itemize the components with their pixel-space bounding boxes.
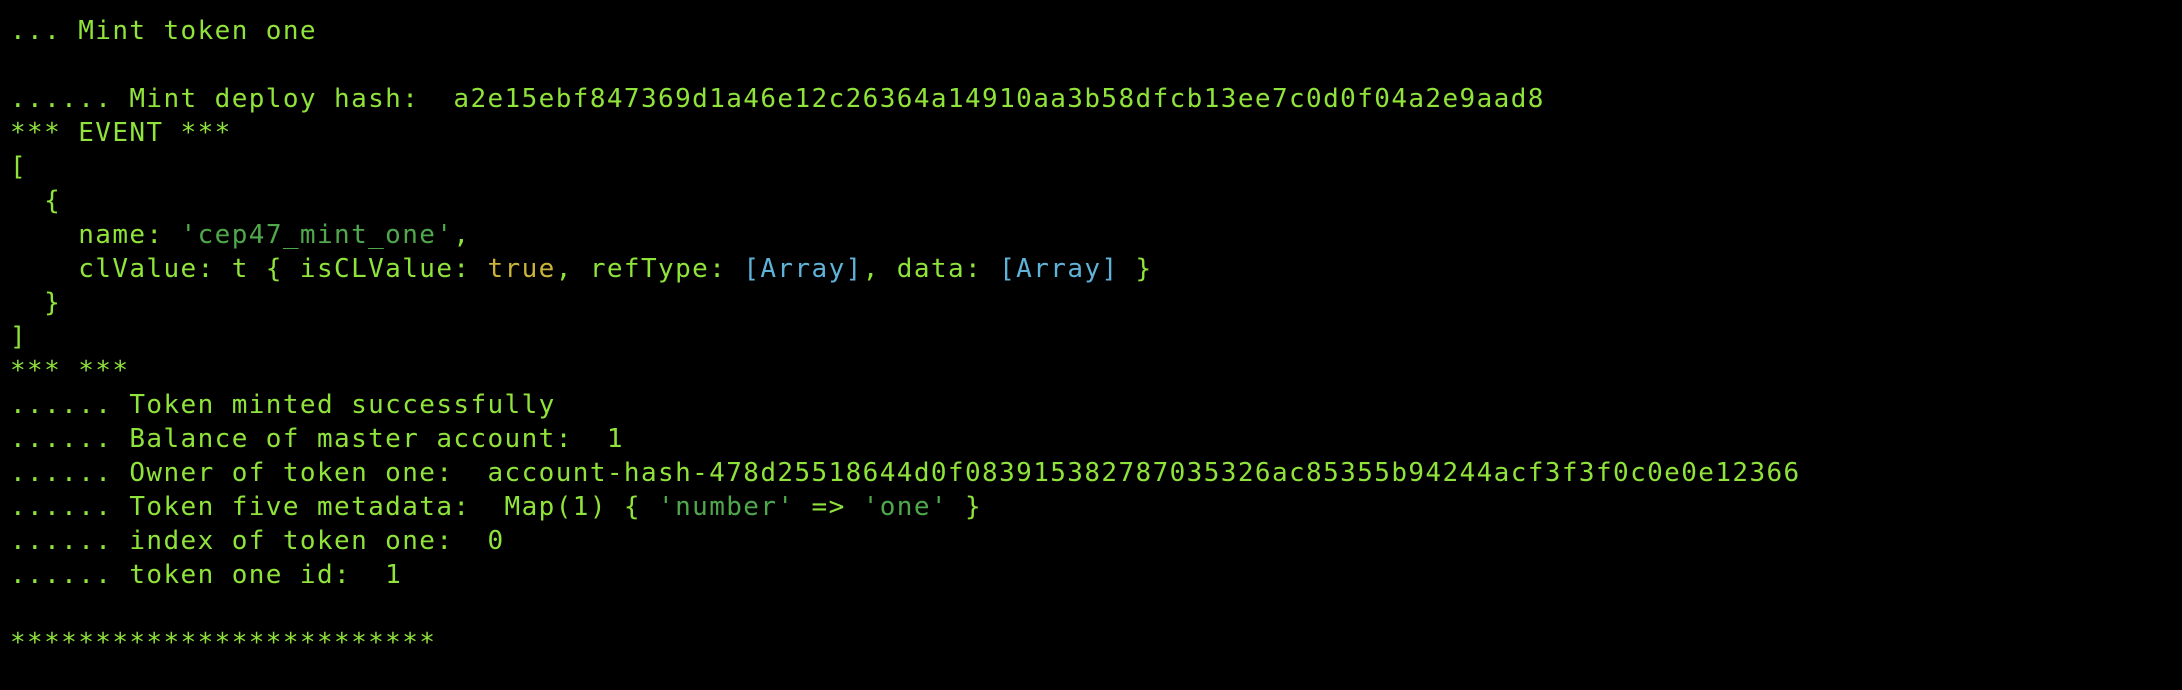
metadata-close: } (947, 492, 983, 522)
terminal-window[interactable]: ... Mint token one ...... Mint deploy ha… (0, 0, 2182, 690)
event-name-comma: , (453, 220, 471, 250)
deploy-hash-label: ...... Mint deploy hash: (10, 84, 454, 114)
event-header: *** EVENT *** (10, 118, 232, 148)
clvalue-close: } (1118, 254, 1153, 284)
event-clvalue-line: clValue: t { isCLValue: true, refType: [… (10, 252, 2182, 286)
metadata-value: 'one' (862, 492, 948, 522)
log-balance: ...... Balance of master account: 1 (10, 424, 624, 454)
log-mint-token-one: ... Mint token one (10, 16, 317, 46)
metadata-key: 'number' (658, 492, 795, 522)
reftype-key: , refType: (555, 254, 744, 284)
log-index: ...... index of token one: 0 (10, 526, 505, 556)
reftype-array: [Array] (743, 254, 863, 284)
log-mint-deploy-hash: ...... Mint deploy hash: a2e15ebf847369d… (10, 82, 2182, 116)
data-key: , data: (862, 254, 1000, 284)
event-name-value: 'cep47_mint_one' (180, 220, 454, 250)
event-name-key: name: (10, 220, 181, 250)
event-footer: *** *** (10, 356, 130, 386)
event-array-close: ] (10, 322, 28, 352)
log-token-minted: ...... Token minted successfully (10, 390, 556, 420)
deploy-hash-value: a2e15ebf847369d1a46e12c26364a14910aa3b58… (453, 84, 1545, 114)
log-owner: ...... Owner of token one: account-hash-… (10, 458, 1801, 488)
separator-line: ************************* (10, 628, 437, 658)
event-object-open: { (10, 186, 62, 216)
event-name-line: name: 'cep47_mint_one', (10, 218, 2182, 252)
event-array-open: [ (10, 152, 28, 182)
log-token-id: ...... token one id: 1 (10, 560, 403, 590)
event-object-close: } (10, 288, 62, 318)
clvalue-prefix: clValue: t { isCLValue: (10, 254, 488, 284)
is-clvalue-true: true (487, 254, 556, 284)
data-array: [Array] (999, 254, 1119, 284)
metadata-arrow: => (794, 492, 863, 522)
log-metadata: ...... Token five metadata: Map(1) { 'nu… (10, 490, 2182, 524)
metadata-prefix: ...... Token five metadata: Map(1) { (10, 492, 659, 522)
